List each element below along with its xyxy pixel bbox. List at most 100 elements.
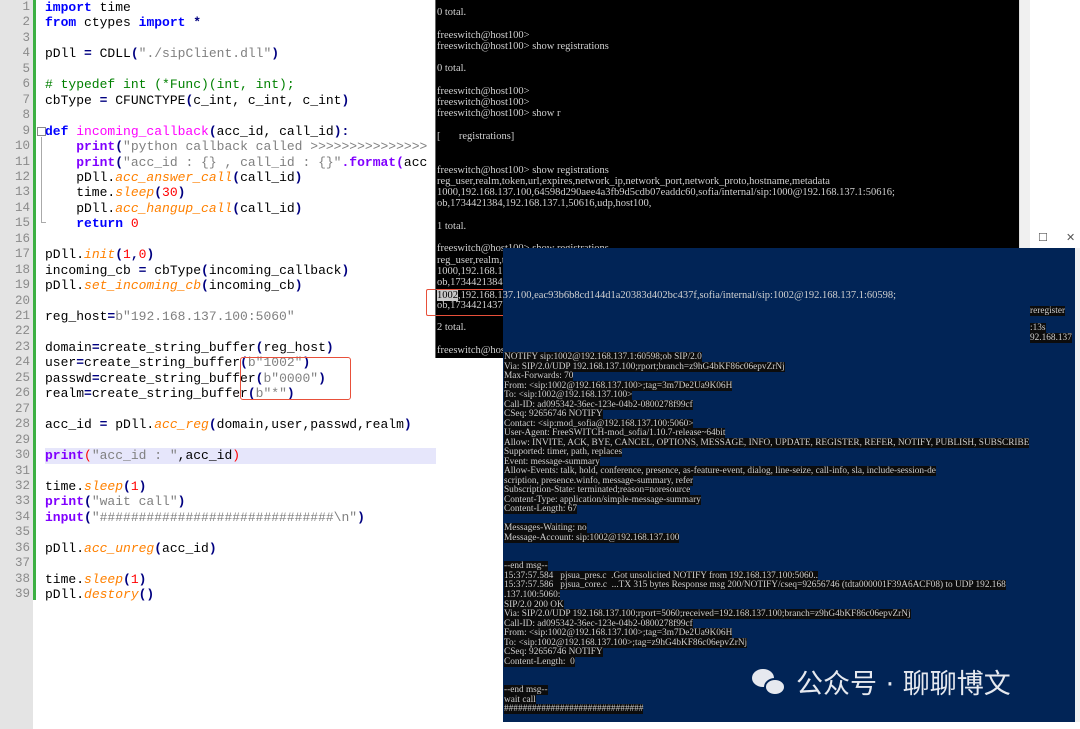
line-number: 24 — [14, 355, 30, 370]
peek-line: reregister — [1030, 306, 1066, 316]
code-token: set_incoming_cb — [84, 278, 202, 294]
line-number: 28 — [14, 417, 30, 432]
code-token: "python callback called >>>>>>>>>>>>>>> — [123, 139, 428, 155]
line-number: 2 — [22, 15, 30, 30]
console-line-text: ############################## — [504, 704, 644, 715]
code-line: user=create_string_buffer(b"1002") — [45, 355, 310, 370]
code-token: ) — [318, 370, 326, 386]
line-number: 23 — [14, 339, 30, 354]
code-token: pDll. — [45, 169, 116, 185]
line-number: 19 — [14, 278, 30, 293]
line-number: 27 — [14, 401, 30, 416]
line-number: 26 — [14, 386, 30, 401]
console-line: reg_user,realm,token,url,expires,network… — [437, 175, 830, 187]
pjsua-scrollbar[interactable] — [1075, 248, 1080, 729]
registration-row-1002: 1002,192.168.137.100,eac93b6b8cd144d1a20… — [437, 290, 896, 301]
console-line-text: NOTIFY sip:1002@192.168.137.1:60598;ob S… — [504, 352, 702, 362]
code-token: ( — [232, 200, 241, 216]
console-line-text: Allow: INVITE, ACK, BYE, CANCEL, OPTIONS… — [504, 437, 1030, 448]
line-number: 15 — [14, 216, 30, 231]
code-token: reg_host — [263, 339, 326, 355]
console-line-text: To: <sip:1002@192.168.137.100>;tag=z9hG4… — [504, 637, 748, 648]
code-line: print("acc_id : ",acc_id) — [45, 448, 240, 463]
console-line: freeswitch@host100> — [437, 97, 530, 108]
line-number: 37 — [14, 556, 30, 571]
code-token: import — [138, 15, 186, 31]
code-token: ) — [294, 278, 303, 294]
code-token: incoming_callback — [76, 123, 209, 139]
console-line: freeswitch@host100> show r — [437, 108, 561, 120]
code-token: = — [91, 339, 100, 355]
line-number: 25 — [14, 370, 30, 385]
console-line-text: Call-ID: ad095342-36ec-123e-04b2-0800278… — [504, 618, 693, 629]
code-token: sleep — [84, 571, 124, 587]
code-token: ( — [240, 355, 248, 371]
code-line: print("python callback called >>>>>>>>>>… — [45, 139, 427, 154]
code-line: time.sleep(30) — [45, 185, 185, 200]
fold-guide — [41, 137, 42, 223]
code-token: # typedef int (*Func)(int, int); — [45, 77, 295, 93]
code-token: c_int, c_int, c_int — [193, 92, 342, 108]
close-button[interactable]: ✕ — [1066, 231, 1075, 244]
line-number: 6 — [22, 77, 30, 92]
code-token: ) — [177, 494, 186, 510]
code-token: * — [185, 15, 202, 31]
code-token: ( — [247, 386, 256, 402]
pjsua-console[interactable]: reregister :13s 92.168.137 NOTIFY sip:10… — [503, 248, 1075, 722]
code-token: "wait call" — [91, 494, 178, 510]
code-token: ( — [123, 571, 131, 587]
wechat-icon — [752, 667, 788, 697]
code-token: domain — [45, 339, 92, 355]
code-token: b"192.168.137.100:5060" — [115, 309, 295, 324]
code-line: import time — [45, 0, 131, 15]
console-line: Content-Length: 0 — [504, 656, 575, 668]
code-token: acc_hangup_call — [115, 200, 233, 216]
code-token: acc_unreg — [84, 540, 155, 556]
code-token: pDll. — [45, 587, 85, 603]
code-token: 30 — [162, 185, 178, 201]
code-token: sleep — [84, 478, 124, 494]
code-token: ( — [208, 123, 217, 139]
maximize-button[interactable]: ☐ — [1038, 231, 1048, 244]
code-token: ( — [115, 247, 124, 263]
line-number: 39 — [14, 587, 30, 602]
code-token: ( — [154, 185, 163, 201]
line-number: 12 — [14, 169, 30, 184]
code-editor[interactable]: 1 2 3 4 5 6 7 8 9 10 11 12 13 14 15 16 17 18 19 20 21 22 23 24 2… — [0, 0, 436, 729]
code-token: ( — [130, 46, 139, 62]
console-line: 1000,192.168.137.100,64598d290aee4a3fb9d… — [437, 187, 895, 198]
console-line-text: Supported: timer, path, replaces — [504, 447, 623, 458]
code-token: input — [45, 509, 85, 525]
code-line: pDll.set_incoming_cb(incoming_cb) — [45, 278, 303, 293]
line-number: 30 — [14, 448, 30, 463]
code-token: ( — [115, 139, 124, 155]
code-line: domain=create_string_buffer(reg_host) — [45, 340, 334, 355]
code-token: ) — [271, 46, 280, 62]
console-line: 15:37:57.586 pjsua_core.c ...TX 315 byte… — [504, 580, 1006, 591]
code-token: pDll. — [45, 247, 85, 263]
code-token: = — [84, 386, 92, 402]
code-token: = — [76, 355, 85, 371]
code-token: ( — [154, 540, 163, 556]
code-line: realm=create_string_buffer(b"*") — [45, 386, 295, 401]
code-token: print — [76, 154, 116, 170]
code-token: "acc_id : " — [91, 448, 178, 464]
code-line: passwd=create_string_buffer(b"0000") — [45, 371, 326, 386]
console-line-text: --end msg-- — [504, 685, 548, 696]
pjsua-window-titlebar: ☐ ✕ — [1030, 228, 1080, 248]
code-token: pDll. — [45, 540, 85, 556]
code-token: create_string_buffer — [99, 370, 256, 386]
console-line-text: Messages-Waiting: no — [504, 523, 587, 534]
code-token: ) — [341, 262, 350, 278]
line-number: 38 — [14, 571, 30, 586]
code-line: input("##############################\n"… — [45, 510, 365, 525]
line-number: 11 — [14, 154, 30, 169]
code-token: ) — [286, 386, 295, 402]
code-token: ) — [325, 339, 334, 355]
console-line: [ registrations] — [437, 130, 515, 142]
console-line-text: Max-Forwards: 70 — [504, 371, 574, 382]
code-token: destory — [84, 587, 139, 603]
code-line: pDll.destory() — [45, 587, 154, 602]
